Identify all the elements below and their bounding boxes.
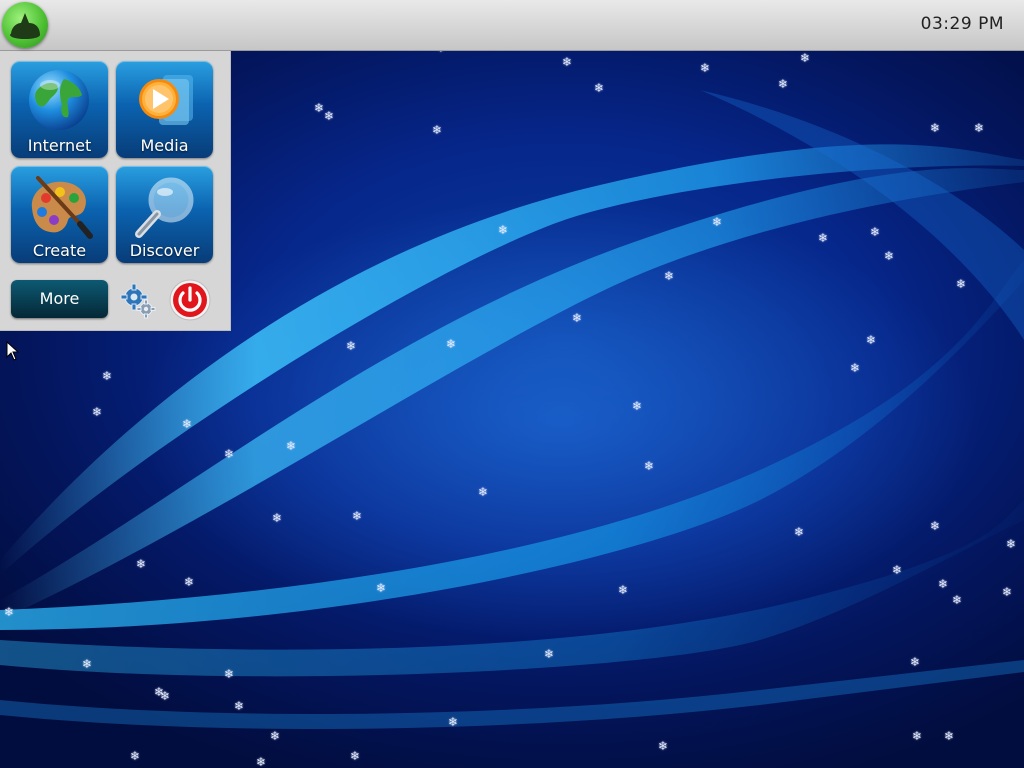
paint-palette-icon <box>31 176 93 239</box>
internet-tile[interactable]: Internet <box>11 61 108 158</box>
create-label: Create <box>32 241 87 260</box>
discover-label: Discover <box>129 241 200 260</box>
start-button[interactable] <box>2 2 48 48</box>
gears-icon <box>120 283 156 319</box>
create-tile[interactable]: Create <box>11 166 108 263</box>
media-tile[interactable]: Media <box>116 61 213 158</box>
magnifier-icon <box>135 177 194 238</box>
more-button[interactable]: More <box>11 280 108 318</box>
launcher-menu: Internet Media Create Discover More <box>0 51 231 331</box>
mouse-cursor-icon <box>6 341 20 361</box>
globe-icon <box>29 70 89 130</box>
power-icon <box>169 279 211 321</box>
settings-button[interactable] <box>119 282 157 320</box>
top-panel: 03:29 PM <box>0 0 1024 51</box>
media-play-icon <box>139 75 193 125</box>
discover-tile[interactable]: Discover <box>116 166 213 263</box>
internet-label: Internet <box>27 136 92 155</box>
desktop: ❄ ❄ ❄ ❄ ❄ ❄ ❄ ❄ ❄ ❄ ❄ ❄ ❄ ❄ ❄ ❄ ❄ ❄ ❄ ❄ ❄ ❄ ❄ ❄ ❄ ❄ ❄ ❄ ❄ ❄ ❄ ❄ ❄ ❄ ❄ ❄ ❄ ❄ ❄ ❄… <box>0 0 1024 768</box>
clock: 03:29 PM <box>920 14 1004 34</box>
power-button[interactable] <box>169 279 211 321</box>
media-label: Media <box>140 136 189 155</box>
kids-os-logo-icon <box>10 13 40 39</box>
